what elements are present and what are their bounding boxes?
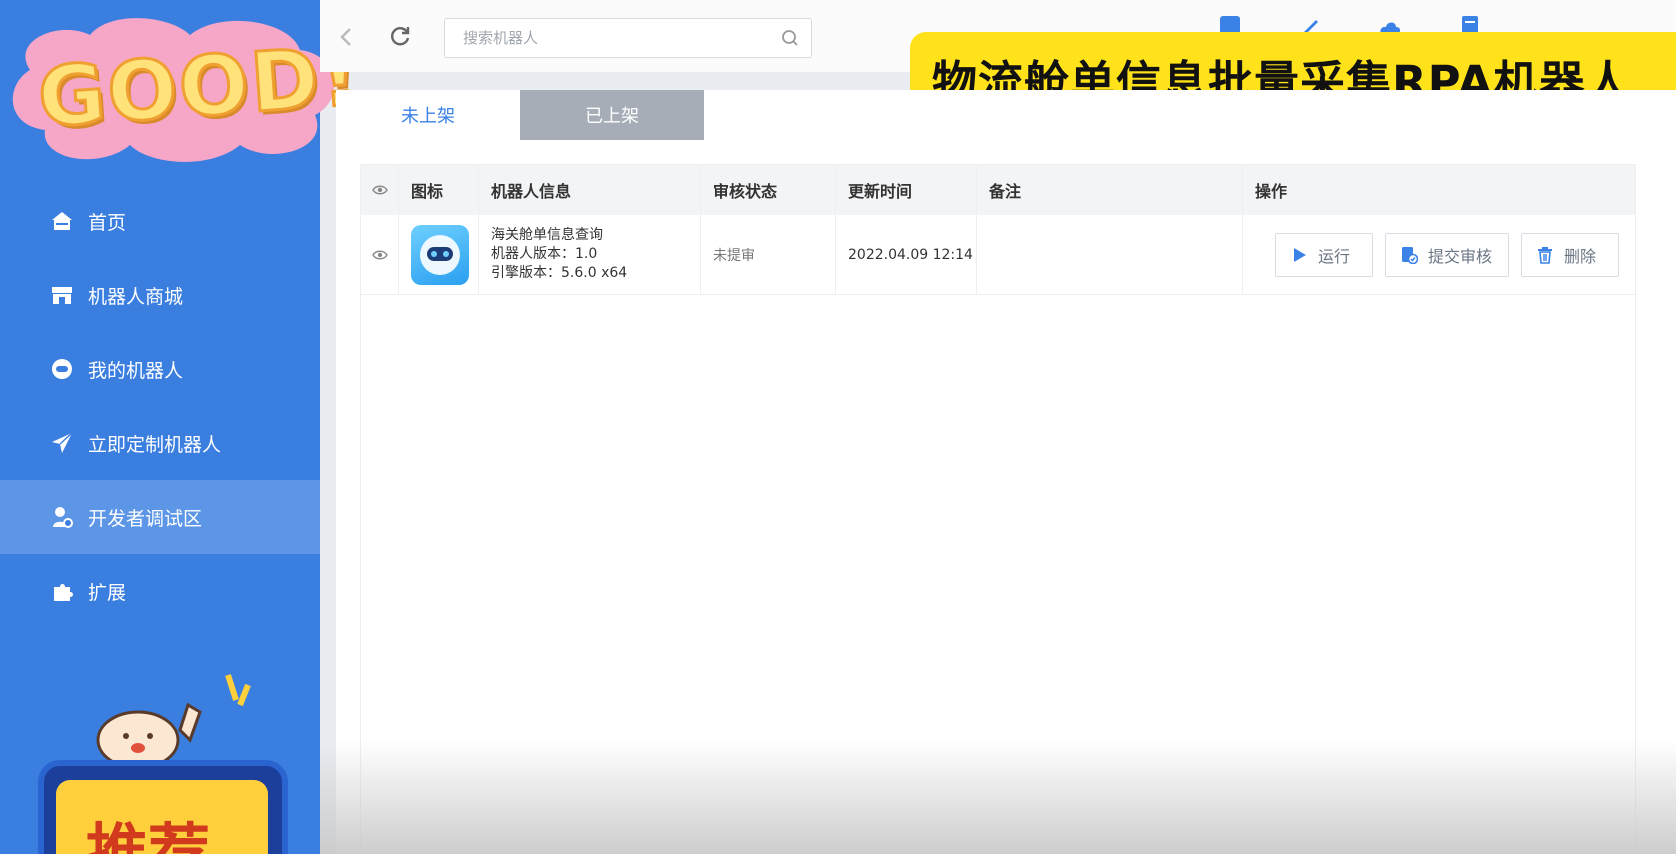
run-button[interactable]: 运行 bbox=[1275, 232, 1373, 277]
recommend-text: 推荐 bbox=[86, 816, 211, 854]
robot-info: 海关舱单信息查询 机器人版本：1.0 引擎版本：5.6.0 x64 bbox=[491, 226, 627, 283]
updated-time: 2022.04.09 12:14 bbox=[848, 246, 973, 263]
sidebar-item-store[interactable]: 机器人商城 bbox=[0, 258, 320, 332]
header-note: 备注 bbox=[977, 165, 1243, 215]
submit-review-icon bbox=[1402, 246, 1418, 264]
table-row: 海关舱单信息查询 机器人版本：1.0 引擎版本：5.6.0 x64 未提审 20… bbox=[361, 215, 1635, 295]
robot-name: 海关舱单信息查询 bbox=[491, 227, 603, 243]
sidebar-item-extensions[interactable]: 扩展 bbox=[0, 554, 320, 628]
header-ops: 操作 bbox=[1255, 182, 1288, 201]
row-actions: 运行 提交审核 删除 bbox=[1255, 232, 1619, 277]
header-icon: 图标 bbox=[399, 165, 479, 215]
robot-icon bbox=[50, 357, 74, 381]
paper-plane-icon bbox=[50, 431, 74, 455]
review-status: 未提审 bbox=[713, 247, 755, 264]
robot-avatar-icon bbox=[411, 224, 469, 285]
recommend-sticker: 推荐 bbox=[18, 674, 288, 854]
sidebar-nav: 首页 机器人商城 我的机器人 立即定制机器人 开发者调试区 扩展 bbox=[0, 184, 320, 628]
tab-published[interactable]: 已上架 bbox=[520, 90, 704, 140]
submit-review-button[interactable]: 提交审核 bbox=[1385, 232, 1509, 277]
back-icon[interactable] bbox=[336, 26, 358, 48]
recommend-box: 推荐 bbox=[38, 760, 288, 854]
robot-table: 图标 机器人信息 审核状态 更新时间 备注 操作 海关舱单信息查询 机器人版本：… bbox=[360, 164, 1636, 854]
app-window: 首页 机器人商城 我的机器人 立即定制机器人 开发者调试区 扩展 GOOD! 推… bbox=[0, 0, 1676, 854]
search-input[interactable] bbox=[445, 19, 745, 57]
tab-bar: 未上架 已上架 bbox=[336, 90, 704, 140]
table-header: 图标 机器人信息 审核状态 更新时间 备注 操作 bbox=[361, 165, 1635, 215]
trash-icon bbox=[1538, 246, 1552, 264]
eye-icon[interactable] bbox=[371, 247, 388, 263]
sidebar-item-home[interactable]: 首页 bbox=[0, 184, 320, 258]
sidebar-item-label: 我的机器人 bbox=[88, 359, 184, 382]
sidebar-item-label: 首页 bbox=[88, 211, 127, 234]
header-info: 机器人信息 bbox=[479, 165, 701, 215]
sidebar-item-my-robots[interactable]: 我的机器人 bbox=[0, 332, 320, 406]
search-box bbox=[444, 18, 812, 58]
sidebar-item-label: 扩展 bbox=[88, 581, 127, 604]
header-status: 审核状态 bbox=[701, 165, 836, 215]
sidebar-item-label: 机器人商城 bbox=[88, 285, 184, 308]
main-panel: 未上架 已上架 图标 机器人信息 审核状态 更新时间 备注 操作 海关舱单信息查… bbox=[336, 90, 1676, 854]
sidebar-item-label: 立即定制机器人 bbox=[88, 433, 222, 456]
eye-icon[interactable] bbox=[371, 182, 388, 198]
developer-icon bbox=[50, 505, 74, 529]
store-icon bbox=[50, 283, 74, 307]
good-sticker: GOOD! bbox=[0, 0, 365, 170]
robot-version: 机器人版本：1.0 bbox=[491, 246, 598, 262]
tab-unpublished[interactable]: 未上架 bbox=[336, 90, 520, 140]
header-time: 更新时间 bbox=[836, 165, 977, 215]
sidebar-item-label: 开发者调试区 bbox=[88, 507, 203, 530]
home-icon bbox=[50, 209, 74, 233]
search-icon[interactable] bbox=[781, 29, 799, 47]
delete-button[interactable]: 删除 bbox=[1521, 232, 1619, 277]
engine-version: 引擎版本：5.6.0 x64 bbox=[491, 265, 628, 281]
sidebar-item-developer[interactable]: 开发者调试区 bbox=[0, 480, 320, 554]
sidebar-item-customize[interactable]: 立即定制机器人 bbox=[0, 406, 320, 480]
puzzle-icon bbox=[50, 579, 74, 603]
play-icon bbox=[1294, 247, 1306, 262]
refresh-icon[interactable] bbox=[388, 24, 412, 48]
